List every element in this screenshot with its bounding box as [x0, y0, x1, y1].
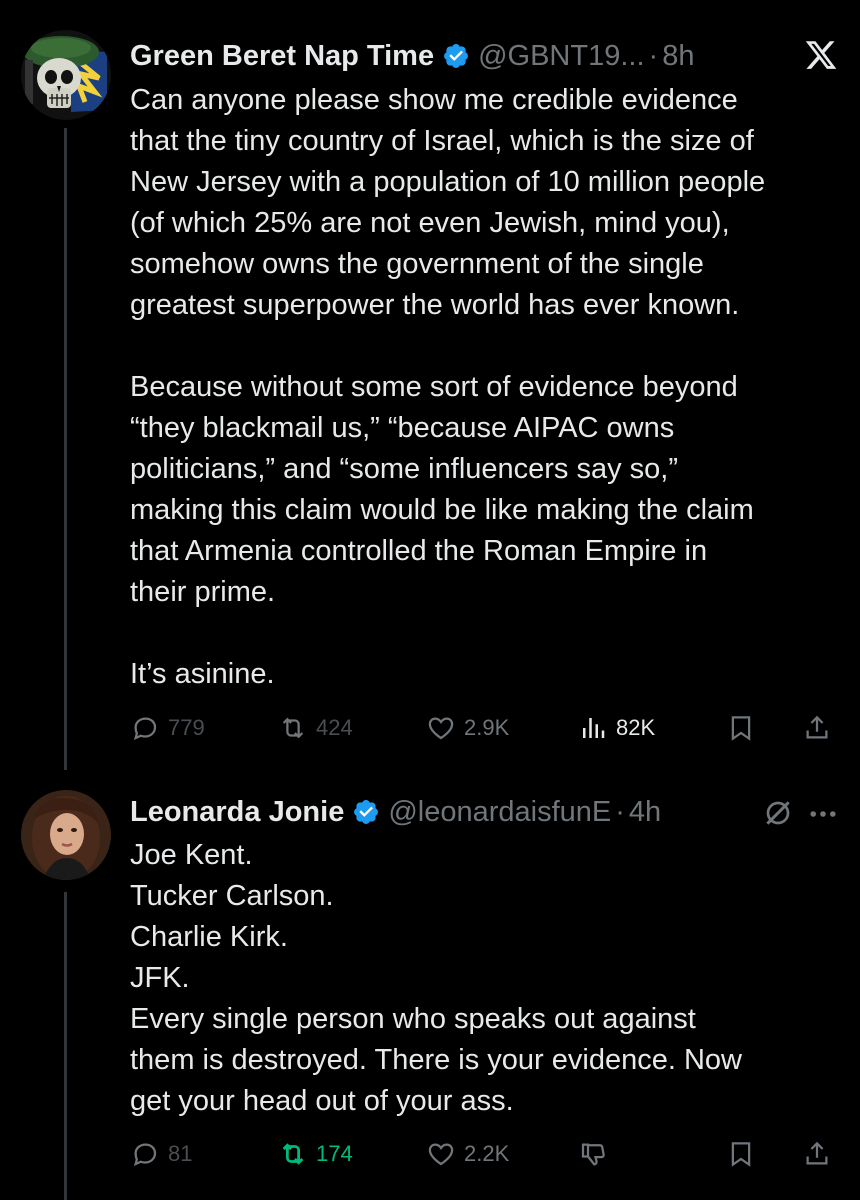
reply-count: 81	[168, 1141, 193, 1166]
like-count: 2.9K	[464, 715, 510, 740]
body-line: somehow owns the government of the singl…	[130, 248, 704, 280]
body-line: politicians,” and “some influencers say …	[130, 453, 679, 485]
repost-icon	[282, 1143, 304, 1165]
author-handle[interactable]: @leonardaisfunE	[388, 796, 611, 829]
body-line: that the tiny country of Israel, which i…	[130, 125, 754, 157]
body-line: Charlie Kirk.	[130, 921, 288, 953]
woman-portrait-avatar-icon	[21, 790, 111, 880]
author-handle[interactable]: @GBNT19...	[478, 40, 644, 73]
share-icon	[806, 715, 828, 739]
view-count: 82K	[616, 715, 656, 740]
author-name[interactable]: Green Beret Nap Time	[130, 40, 434, 73]
repost-icon	[282, 717, 304, 739]
body-line: greatest superpower the world has ever k…	[130, 289, 740, 321]
action-bar: 81 174 2.2K	[130, 1134, 840, 1174]
heart-icon	[428, 717, 454, 740]
repost-count: 424	[316, 715, 353, 740]
like-count: 2.2K	[464, 1141, 510, 1166]
body-line: making this claim would be like making t…	[130, 494, 754, 526]
tweet-body: Can anyone please show me credible evide…	[130, 80, 850, 695]
body-line: (of which 25% are not even Jewish, mind …	[130, 207, 730, 239]
avatar[interactable]	[21, 790, 111, 880]
body-line: their prime.	[130, 576, 276, 608]
timestamp[interactable]: 4h	[629, 796, 661, 829]
skull-beret-avatar-icon	[21, 30, 111, 120]
like-button[interactable]: 2.9K	[426, 708, 509, 748]
more-options-icon[interactable]	[806, 800, 840, 828]
tweet-gbnt[interactable]: Green Beret Nap Time @GBNT19... · 8h Can…	[0, 0, 860, 770]
share-button[interactable]	[802, 708, 840, 748]
reply-button[interactable]: 81	[130, 1134, 192, 1174]
verified-badge-icon	[354, 800, 379, 824]
body-line: get your head out of your ass.	[130, 1085, 514, 1117]
body-line: JFK.	[130, 962, 190, 994]
repost-count: 174	[316, 1141, 353, 1166]
repost-button[interactable]: 174	[278, 1134, 353, 1174]
bookmark-icon	[731, 1142, 751, 1167]
thumbs-down-icon	[581, 1143, 605, 1166]
action-bar: 779 424 2.9K 82K	[130, 708, 840, 748]
body-line: Can anyone please show me credible evide…	[130, 84, 738, 116]
bookmark-button[interactable]	[726, 708, 764, 748]
separator-dot: ·	[615, 795, 625, 828]
separator-dot: ·	[648, 39, 659, 72]
heart-icon	[428, 1143, 454, 1166]
views-button[interactable]: 82K	[578, 708, 655, 748]
reply-button[interactable]: 779	[130, 708, 205, 748]
bookmark-button[interactable]	[726, 1134, 764, 1174]
thread-line	[64, 128, 67, 770]
reply-icon	[133, 1143, 157, 1166]
body-line: Joe Kent.	[130, 839, 253, 871]
reply-count: 779	[168, 715, 205, 740]
share-icon	[806, 1141, 828, 1165]
x-logo-icon[interactable]	[804, 38, 838, 72]
avatar[interactable]	[21, 30, 111, 120]
reply-icon	[133, 717, 157, 740]
verified-badge-icon	[444, 44, 469, 68]
body-line: that Armenia controlled the Roman Empire…	[130, 535, 708, 567]
share-button[interactable]	[802, 1134, 840, 1174]
body-line: Every single person who speaks out again…	[130, 1003, 696, 1035]
timestamp[interactable]: 8h	[662, 40, 694, 73]
body-line: Because without some sort of evidence be…	[130, 371, 738, 403]
dislike-button[interactable]	[578, 1134, 616, 1174]
body-line: It’s asinine.	[130, 658, 275, 690]
tweet-header: Green Beret Nap Time @GBNT19... · 8h	[130, 36, 840, 76]
author-name[interactable]: Leonarda Jonie	[130, 796, 344, 829]
body-line: Tucker Carlson.	[130, 880, 334, 912]
grok-icon[interactable]	[762, 797, 794, 829]
body-line: “they blackmail us,” “because AIPAC owns	[130, 412, 675, 444]
repost-button[interactable]: 424	[278, 708, 353, 748]
tweet-leonarda[interactable]: Leonarda Jonie @leonardaisfunE · 4h Joe …	[0, 770, 860, 1200]
like-button[interactable]: 2.2K	[426, 1134, 509, 1174]
views-chart-icon	[583, 718, 605, 738]
tweet-header: Leonarda Jonie @leonardaisfunE · 4h	[130, 792, 840, 832]
bookmark-icon	[731, 716, 751, 741]
body-line: them is destroyed. There is your evidenc…	[130, 1044, 742, 1076]
thread-line	[64, 892, 67, 1200]
body-line: New Jersey with a population of 10 milli…	[130, 166, 766, 198]
tweet-body: Joe Kent. Tucker Carlson. Charlie Kirk. …	[130, 835, 850, 1122]
